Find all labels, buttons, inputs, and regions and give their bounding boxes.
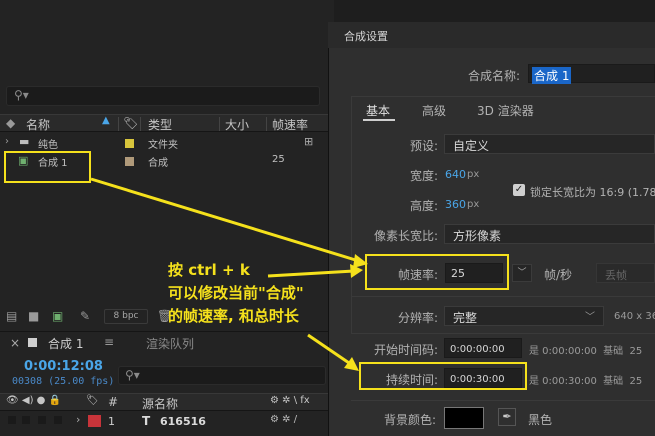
annotation-line-1: 按 ctrl + k	[168, 261, 250, 279]
annotation-arrows	[90, 177, 368, 371]
annotation-line-3: 的帧速率, 和总时长	[168, 307, 299, 325]
annotation-line-2: 可以修改当前"合成"	[168, 284, 304, 302]
